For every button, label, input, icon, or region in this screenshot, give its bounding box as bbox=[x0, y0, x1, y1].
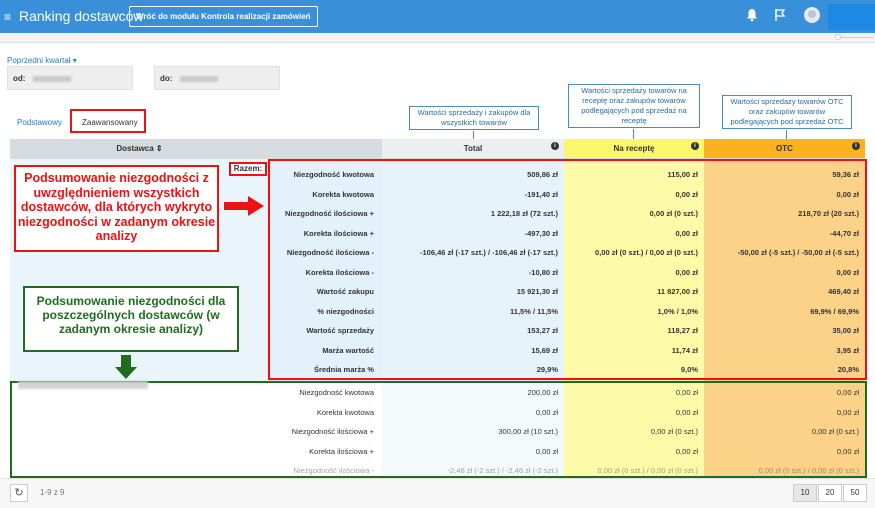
green-arrow-icon bbox=[115, 355, 137, 379]
summary-highlight-box bbox=[268, 159, 867, 380]
red-arrow-icon bbox=[224, 196, 264, 216]
sub-bar bbox=[0, 33, 875, 43]
callout-otc-pointer bbox=[786, 130, 787, 139]
user-menu[interactable] bbox=[828, 4, 875, 30]
date-to-field[interactable]: do: bbox=[154, 66, 280, 90]
date-from-label: od: bbox=[13, 74, 26, 83]
tab-advanced[interactable]: Zaawansowany bbox=[70, 109, 146, 133]
previous-quarter-dropdown[interactable]: Poprzedni kwartał ▾ bbox=[7, 56, 77, 65]
slider-track bbox=[838, 37, 873, 38]
callout-recipe-pointer bbox=[633, 129, 634, 139]
hamburger-menu-icon[interactable]: ≡ bbox=[4, 10, 11, 24]
bell-icon[interactable] bbox=[746, 8, 758, 22]
flag-icon[interactable] bbox=[774, 8, 786, 22]
date-to-label: do: bbox=[160, 74, 173, 83]
user-avatar[interactable] bbox=[804, 7, 820, 23]
page-size-20-button[interactable]: 20 bbox=[818, 484, 842, 502]
date-to-value-blurred bbox=[180, 75, 219, 82]
page-size-10-button[interactable]: 10 bbox=[793, 484, 817, 502]
supplier-highlight-box bbox=[10, 381, 867, 478]
callout-total-pointer bbox=[473, 131, 474, 139]
summary-annotation: Podsumowanie niezgodności z uwzględnieni… bbox=[14, 165, 219, 252]
callout-total: Wartości sprzedaży i zakupów dla wszystk… bbox=[409, 106, 539, 130]
supplier-annotation: Podsumowanie niezgodności dla poszczegól… bbox=[23, 286, 239, 352]
refresh-icon[interactable]: ↻ bbox=[10, 484, 28, 502]
column-header-label bbox=[269, 139, 382, 159]
date-from-value-blurred bbox=[33, 75, 72, 82]
info-icon[interactable]: i bbox=[691, 142, 699, 150]
tab-basic[interactable]: Podstawowy bbox=[17, 118, 62, 127]
back-to-module-button[interactable]: Wróć do modułu Kontrola realizacji zamów… bbox=[129, 6, 318, 27]
slider-handle[interactable] bbox=[835, 34, 841, 40]
top-navbar: ≡ Ranking dostawców Wróć do modułu Kontr… bbox=[0, 0, 875, 33]
column-header-supplier[interactable]: Dostawca ⇕ bbox=[10, 139, 269, 159]
column-header-otc[interactable]: OTC i bbox=[704, 139, 865, 159]
page-size-50-button[interactable]: 50 bbox=[843, 484, 867, 502]
pager-info: 1-9 z 9 bbox=[40, 488, 65, 497]
callout-otc: Wartości sprzedaży towarów OTC oraz zaku… bbox=[722, 95, 852, 129]
column-header-recipe[interactable]: Na receptę i bbox=[564, 139, 704, 159]
page-title: Ranking dostawców bbox=[19, 8, 144, 24]
info-icon[interactable]: i bbox=[852, 142, 860, 150]
callout-recipe: Wartości sprzedaży towarów na receptę or… bbox=[568, 84, 700, 128]
date-from-field[interactable]: od: bbox=[7, 66, 133, 90]
info-icon[interactable]: i bbox=[551, 142, 559, 150]
column-header-total[interactable]: Total i bbox=[382, 139, 564, 159]
supplier-name-blurred bbox=[18, 381, 148, 389]
table-footer: ↻ 1-9 z 9 10 20 50 bbox=[0, 478, 875, 508]
razem-label: Razem: bbox=[229, 162, 267, 176]
